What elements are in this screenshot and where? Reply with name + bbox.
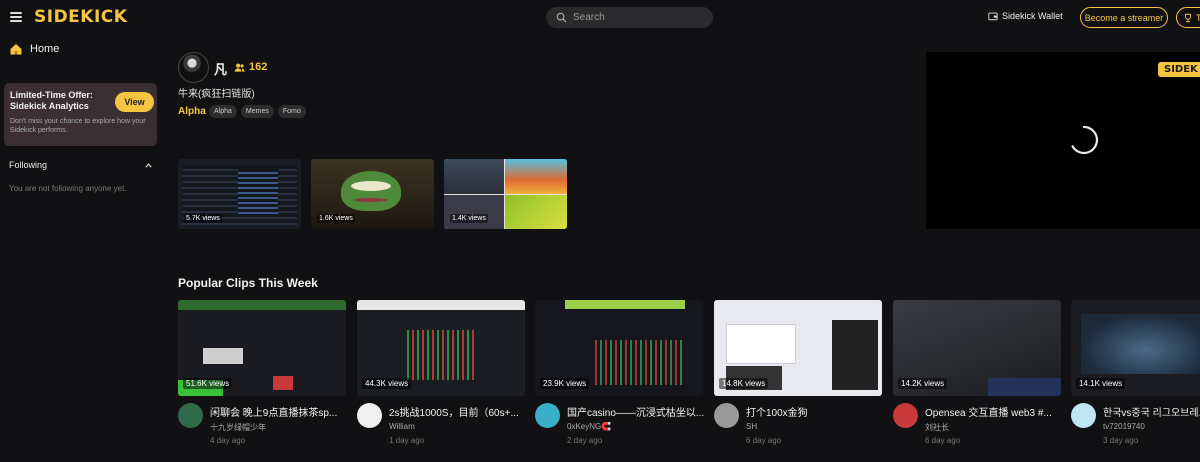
tag-memes[interactable]: Memes bbox=[240, 105, 274, 118]
clip-author[interactable]: 刘社长 bbox=[925, 422, 949, 433]
clip-thumbnail[interactable]: 14.1K views bbox=[1071, 300, 1200, 396]
video-player[interactable] bbox=[926, 52, 1200, 229]
view-count: 14.1K views bbox=[1076, 378, 1126, 389]
follower-count-value: 162 bbox=[249, 61, 268, 73]
promo-title: Limited-Time Offer: Sidekick Analytics bbox=[10, 90, 93, 111]
clip-title[interactable]: 打个100x金狗 bbox=[746, 404, 884, 419]
wallet-icon bbox=[988, 12, 998, 21]
clip-author[interactable]: 0xKeyNG🧲 bbox=[567, 422, 611, 431]
search-input[interactable] bbox=[573, 12, 703, 23]
player-logo-badge: SIDEK bbox=[1158, 62, 1200, 77]
clip-age: 6 day ago bbox=[746, 436, 782, 445]
following-label: Following bbox=[9, 160, 48, 170]
streamer-avatar[interactable] bbox=[178, 52, 209, 83]
sidebar-item-label: Home bbox=[30, 43, 60, 55]
clip-title[interactable]: 한국vs중국 리그오브레... bbox=[1103, 404, 1200, 419]
view-count: 1.6K views bbox=[317, 214, 355, 223]
wallet-label: Sidekick Wallet bbox=[1002, 11, 1063, 21]
clip-title[interactable]: Opensea 交互直播 web3 #... bbox=[925, 404, 1063, 419]
search-icon bbox=[556, 12, 567, 23]
clip-thumbnail[interactable]: 14.2K views bbox=[893, 300, 1061, 396]
view-count: 14.2K views bbox=[898, 378, 948, 389]
clip-author[interactable]: William bbox=[389, 422, 415, 431]
tag-fomo[interactable]: Fomo bbox=[277, 105, 306, 118]
clip-age: 4 day ago bbox=[210, 436, 246, 445]
avatar[interactable] bbox=[714, 403, 739, 428]
loading-spinner-icon bbox=[1071, 125, 1099, 155]
stream-category[interactable]: Alpha bbox=[178, 106, 206, 117]
become-streamer-button[interactable]: Become a streamer bbox=[1080, 7, 1168, 28]
menu-icon[interactable] bbox=[10, 12, 22, 22]
view-count: 23.9K views bbox=[540, 378, 590, 389]
chevron-up-icon bbox=[145, 162, 152, 168]
view-count: 14.8K views bbox=[719, 378, 769, 389]
stream-tags: Alpha Memes Fomo bbox=[209, 105, 306, 118]
clip-thumbnail[interactable]: 23.9K views bbox=[535, 300, 703, 396]
promo-subtitle: Don't miss your chance to explore how yo… bbox=[10, 118, 146, 134]
trophy-label: T bbox=[1196, 12, 1200, 23]
clip-title[interactable]: 闲聊会 晚上9点直播抹茶sp... bbox=[210, 404, 348, 419]
clip-thumbnail[interactable]: 44.3K views bbox=[357, 300, 525, 396]
section-title: Popular Clips This Week bbox=[178, 276, 318, 290]
following-empty-text: You are not following anyone yet. bbox=[9, 184, 127, 193]
tag-alpha[interactable]: Alpha bbox=[209, 105, 237, 118]
avatar[interactable] bbox=[893, 403, 918, 428]
clip-title[interactable]: 2s挑战1000S，目前（60s+... bbox=[389, 404, 527, 419]
clip-author[interactable]: tv72019740 bbox=[1103, 422, 1145, 431]
clip-age: 6 day ago bbox=[925, 436, 961, 445]
clip-age: 1 day ago bbox=[389, 436, 425, 445]
view-count: 5.7K views bbox=[184, 214, 222, 223]
promo-view-button[interactable]: View bbox=[115, 92, 154, 112]
avatar[interactable] bbox=[1071, 403, 1096, 428]
view-count: 51.6K views bbox=[183, 378, 233, 389]
search-bar[interactable] bbox=[546, 7, 713, 28]
following-section-toggle[interactable]: Following bbox=[9, 160, 153, 170]
avatar[interactable] bbox=[178, 403, 203, 428]
follower-count: 162 bbox=[234, 61, 267, 73]
stream-clip-thumbnail[interactable]: 1.6K views bbox=[311, 159, 434, 229]
followers-icon bbox=[234, 63, 245, 72]
clip-age: 2 day ago bbox=[567, 436, 603, 445]
sidebar-item-home[interactable]: Home bbox=[9, 42, 59, 56]
avatar[interactable] bbox=[357, 403, 382, 428]
trophy-button[interactable]: T bbox=[1176, 7, 1200, 28]
streamer-name[interactable]: 凡 bbox=[214, 59, 227, 78]
clip-age: 3 day ago bbox=[1103, 436, 1139, 445]
clip-author[interactable]: SH bbox=[746, 422, 757, 431]
promo-card: Limited-Time Offer: Sidekick Analytics D… bbox=[4, 83, 157, 146]
view-count: 44.3K views bbox=[362, 378, 412, 389]
avatar[interactable] bbox=[535, 403, 560, 428]
clip-thumbnail[interactable]: 51.6K views bbox=[178, 300, 346, 396]
home-icon bbox=[10, 44, 22, 55]
stream-clip-thumbnail[interactable]: 5.7K views bbox=[178, 159, 301, 229]
trophy-icon bbox=[1185, 13, 1191, 22]
stream-clip-thumbnail[interactable]: 1.4K views bbox=[444, 159, 567, 229]
clip-thumbnail[interactable]: 14.8K views bbox=[714, 300, 882, 396]
top-bar: SIDEKICK Sidekick Wallet Become a stream… bbox=[0, 0, 1200, 36]
view-count: 1.4K views bbox=[450, 214, 488, 223]
logo[interactable]: SIDEKICK bbox=[34, 7, 127, 27]
stream-title: 牛来(疯狂扫链版) bbox=[178, 89, 255, 100]
clip-title[interactable]: 国产casino——沉浸式枯坐以... bbox=[567, 404, 705, 419]
clip-author[interactable]: 十九岁绿帽少年 bbox=[210, 422, 266, 433]
wallet-link[interactable]: Sidekick Wallet bbox=[988, 11, 1063, 21]
